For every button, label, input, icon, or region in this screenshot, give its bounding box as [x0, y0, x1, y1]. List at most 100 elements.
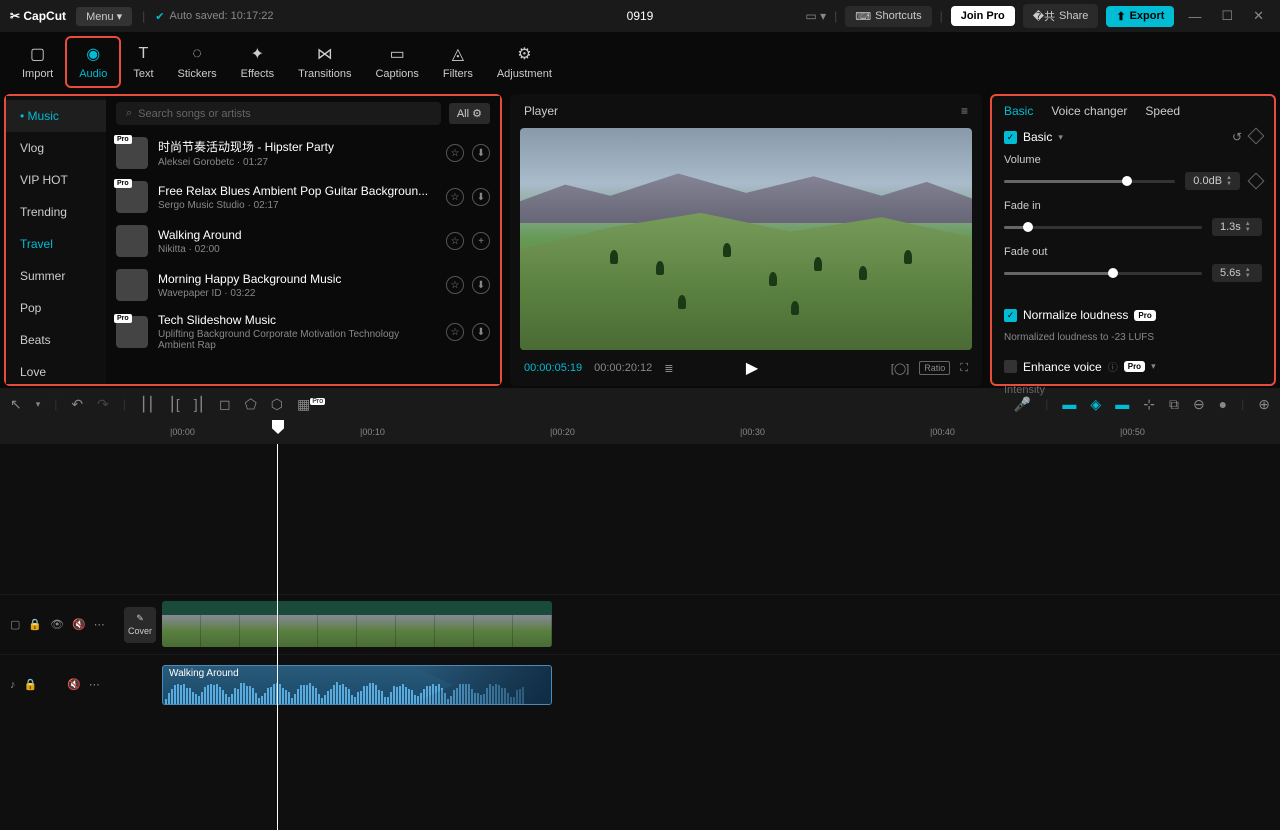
tab-captions[interactable]: ▭Captions	[363, 38, 430, 86]
info-icon[interactable]: ⓘ	[1108, 359, 1118, 374]
cat-pop[interactable]: Pop	[6, 292, 106, 324]
track-item[interactable]: Pro 时尚节奏活动现场 - Hipster PartyAleksei Goro…	[106, 131, 500, 175]
export-button[interactable]: ⬆ Export	[1106, 6, 1174, 27]
link-icon[interactable]: ⧉	[1169, 396, 1179, 413]
favorite-icon[interactable]: ☆	[446, 276, 464, 294]
favorite-icon[interactable]: ☆	[446, 188, 464, 206]
reset-icon[interactable]: ↺	[1232, 130, 1242, 144]
tab-transitions[interactable]: ⋈Transitions	[286, 38, 363, 86]
search-input[interactable]: ⌕Search songs or artists	[116, 102, 441, 125]
tab-filters[interactable]: ◬Filters	[431, 38, 485, 86]
track-item[interactable]: Morning Happy Background MusicWavepaper …	[106, 263, 500, 307]
track-type-icon[interactable]: ▢	[10, 618, 20, 631]
playhead-marker[interactable]	[272, 420, 284, 434]
crop-icon[interactable]: ◻	[219, 396, 231, 413]
mute-icon[interactable]: 🔇	[67, 678, 81, 691]
cat-music[interactable]: • Music	[6, 100, 106, 132]
quality-icon[interactable]: ≣	[664, 362, 673, 375]
tab-effects[interactable]: ✦Effects	[229, 38, 286, 86]
cat-love[interactable]: Love	[6, 356, 106, 388]
tab-import[interactable]: ▢Import	[10, 38, 65, 86]
menu-button[interactable]: Menu ▾	[76, 7, 132, 26]
trim-right-icon[interactable]: ]⎮	[194, 396, 205, 413]
zoom-slider-icon[interactable]: ●	[1219, 396, 1227, 412]
tab-stickers[interactable]: ◌Stickers	[166, 38, 229, 86]
lock-icon[interactable]: 🔒	[24, 678, 38, 691]
mic-icon[interactable]: 🎤	[1014, 396, 1031, 413]
more-icon[interactable]: ⋯	[94, 618, 105, 631]
timeline-ruler[interactable]: |00:00 |00:10 |00:20 |00:30 |00:40 |00:5…	[0, 420, 1280, 444]
proptab-voice[interactable]: Voice changer	[1051, 104, 1127, 118]
shortcuts-button[interactable]: ⌨ Shortcuts	[845, 6, 931, 27]
mute-icon[interactable]: 🔇	[72, 618, 86, 631]
video-preview[interactable]	[520, 128, 972, 350]
undo-icon[interactable]: ↶	[71, 396, 83, 413]
audio-clip[interactable]: Walking Around	[162, 665, 552, 705]
play-button[interactable]: ▶	[746, 358, 758, 378]
ai-icon[interactable]: ▦Pro	[297, 396, 325, 413]
snap3-icon[interactable]: ▬	[1115, 396, 1129, 412]
zoom-in-icon[interactable]: ⊕	[1258, 396, 1270, 413]
more-icon[interactable]: ⋯	[89, 678, 100, 691]
split-icon[interactable]: ⎮⎮	[140, 396, 155, 413]
basic-checkbox[interactable]: ✓	[1004, 131, 1017, 144]
scan-icon[interactable]: [◯]	[891, 362, 909, 375]
favorite-icon[interactable]: ☆	[446, 323, 464, 341]
cat-trending[interactable]: Trending	[6, 196, 106, 228]
track-item[interactable]: Pro Tech Slideshow MusicUplifting Backgr…	[106, 307, 500, 357]
lock-icon[interactable]: 🔒	[28, 618, 42, 631]
tab-audio[interactable]: ◉Audio	[65, 36, 121, 88]
volume-keyframe-icon[interactable]	[1248, 173, 1265, 190]
cat-beats[interactable]: Beats	[6, 324, 106, 356]
download-icon[interactable]: ⬇	[472, 323, 490, 341]
snap2-icon[interactable]: ◈	[1090, 396, 1101, 413]
fadeout-slider[interactable]	[1004, 272, 1202, 275]
add-icon[interactable]: +	[472, 232, 490, 250]
close-icon[interactable]: ✕	[1247, 8, 1270, 24]
enhance-checkbox[interactable]	[1004, 360, 1017, 373]
filter-button[interactable]: All ⚙	[449, 103, 490, 124]
cover-button[interactable]: ✎Cover	[124, 607, 156, 643]
cat-travel[interactable]: Travel	[6, 228, 106, 260]
normalize-checkbox[interactable]: ✓	[1004, 309, 1017, 322]
tab-adjustment[interactable]: ⚙Adjustment	[485, 38, 564, 86]
cat-summer[interactable]: Summer	[6, 260, 106, 292]
ratio-button[interactable]: Ratio	[919, 361, 950, 375]
download-icon[interactable]: ⬇	[472, 188, 490, 206]
maximize-icon[interactable]: ☐	[1215, 8, 1239, 24]
favorite-icon[interactable]: ☆	[446, 144, 464, 162]
marker-icon[interactable]: ⬠	[245, 396, 257, 413]
join-pro-button[interactable]: Join Pro	[951, 6, 1015, 26]
playhead-line[interactable]	[277, 444, 278, 830]
volume-slider[interactable]	[1004, 180, 1175, 183]
download-icon[interactable]: ⬇	[472, 276, 490, 294]
eye-icon[interactable]: 👁	[50, 618, 64, 631]
trim-left-icon[interactable]: ⎮[	[169, 396, 180, 413]
tab-text[interactable]: TText	[121, 38, 165, 86]
share-button[interactable]: �共 Share	[1023, 4, 1099, 28]
cat-viphot[interactable]: VIP HOT	[6, 164, 106, 196]
aspect-icon[interactable]: ▭ ▾	[805, 9, 826, 23]
player-menu-icon[interactable]: ≡	[961, 104, 968, 118]
fullscreen-icon[interactable]: ⛶	[960, 362, 968, 375]
fadeout-value[interactable]: 5.6s▲▼	[1212, 264, 1262, 282]
tool-dropdown-icon[interactable]: ▾	[36, 399, 41, 410]
zoom-out-icon[interactable]: ⊖	[1193, 396, 1205, 413]
favorite-icon[interactable]: ☆	[446, 232, 464, 250]
fadein-slider[interactable]	[1004, 226, 1202, 229]
track-item[interactable]: Walking AroundNikitta · 02:00 ☆+	[106, 219, 500, 263]
video-clip[interactable]: Pine tree valley in Italy with rocky mou…	[162, 601, 552, 647]
snap1-icon[interactable]: ▬	[1062, 396, 1076, 412]
shield-icon[interactable]: ⬡	[271, 396, 283, 413]
fadein-value[interactable]: 1.3s▲▼	[1212, 218, 1262, 236]
audio-track-icon[interactable]: ♪	[10, 679, 16, 691]
minimize-icon[interactable]: —	[1182, 9, 1207, 24]
download-icon[interactable]: ⬇	[472, 144, 490, 162]
proptab-basic[interactable]: Basic	[1004, 104, 1033, 118]
select-tool-icon[interactable]: ↖	[10, 396, 22, 413]
track-item[interactable]: Pro Free Relax Blues Ambient Pop Guitar …	[106, 175, 500, 219]
redo-icon[interactable]: ↷	[97, 396, 109, 413]
volume-value[interactable]: 0.0dB▲▼	[1185, 172, 1240, 190]
keyframe-icon[interactable]	[1248, 128, 1265, 145]
proptab-speed[interactable]: Speed	[1145, 104, 1180, 118]
